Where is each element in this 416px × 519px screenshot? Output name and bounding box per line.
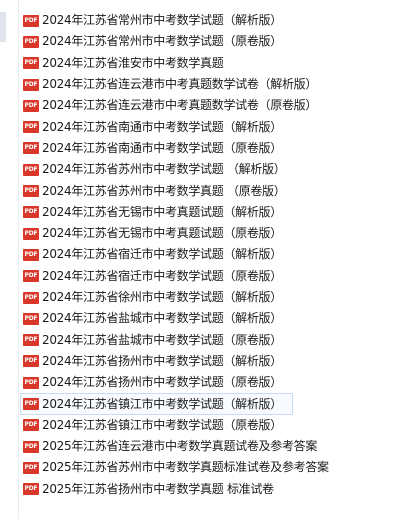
file-name: 2024年江苏省徐州市中考数学试题（解析版） bbox=[42, 290, 282, 304]
navigation-pane-tab[interactable] bbox=[0, 12, 6, 42]
file-name: 2024年江苏省淮安市中考数学真题 bbox=[42, 55, 224, 70]
pdf-file-icon: PDF bbox=[23, 78, 39, 91]
file-explorer-window: PDF 2024年江苏省常州市中考数学试题（解析版） PDF 2024年江苏省常州市中… bbox=[0, 0, 416, 519]
pdf-file-icon: PDF bbox=[23, 99, 39, 112]
file-item[interactable]: PDF 2024年江苏省宿迁市中考数学试题（解析版） bbox=[20, 244, 416, 265]
pdf-file-icon: PDF bbox=[23, 227, 39, 240]
navigation-pane-edge[interactable] bbox=[0, 0, 19, 519]
pdf-file-icon: PDF bbox=[23, 440, 39, 453]
file-item[interactable]: PDF 2024年江苏省苏州市中考数学试题 （解析版） bbox=[20, 159, 416, 180]
file-name: 2024年江苏省连云港市中考真题数学试卷（原卷版） bbox=[42, 98, 318, 113]
file-item[interactable]: PDF 2024年江苏省盐城市中考数学试题（解析版） bbox=[20, 308, 416, 329]
file-item[interactable]: PDF 2024年江苏省连云港市中考真题数学试卷（解析版） bbox=[20, 74, 416, 95]
file-item[interactable]: PDF 2025年江苏省扬州市中考数学真题 标准试卷 bbox=[20, 479, 416, 500]
pdf-file-icon: PDF bbox=[23, 376, 39, 389]
file-name: 2024年江苏省镇江市中考数学试题（原卷版） bbox=[42, 417, 282, 432]
pdf-file-icon: PDF bbox=[23, 163, 39, 176]
file-name: 2024年江苏省无锡市中考真题试题（解析版） bbox=[42, 204, 282, 219]
pdf-file-icon: PDF bbox=[23, 121, 39, 134]
file-item[interactable]: PDF 2024年江苏省徐州市中考数学试题（解析版） bbox=[20, 287, 416, 308]
pdf-file-icon: PDF bbox=[23, 142, 39, 155]
file-list: PDF 2024年江苏省常州市中考数学试题（解析版） PDF 2024年江苏省常州市中… bbox=[20, 10, 416, 500]
pdf-file-icon: PDF bbox=[23, 57, 39, 70]
file-name: 2024年江苏省盐城市中考数学试题（原卷版） bbox=[42, 332, 282, 347]
pdf-file-icon: PDF bbox=[23, 397, 39, 410]
pdf-file-icon: PDF bbox=[23, 483, 39, 496]
pdf-file-icon: PDF bbox=[23, 334, 39, 347]
file-name: 2024年江苏省常州市中考数学试题（解析版） bbox=[42, 13, 282, 28]
file-name: 2025年江苏省扬州市中考数学真题 标准试卷 bbox=[42, 481, 274, 496]
file-name: 2024年江苏省宿迁市中考数学试题（原卷版） bbox=[42, 268, 282, 283]
file-item[interactable]: PDF 2024年江苏省扬州市中考数学试题（原卷版） bbox=[20, 372, 416, 393]
file-item[interactable]: PDF 2024年江苏省宿迁市中考数学试题（原卷版） bbox=[20, 266, 416, 287]
file-name: 2025年江苏省连云港市中考数学真题试卷及参考答案 bbox=[42, 439, 318, 454]
pdf-file-icon: PDF bbox=[23, 419, 39, 432]
pdf-file-icon: PDF bbox=[23, 248, 39, 261]
file-item[interactable]: PDF 2024年江苏省南通市中考数学试题（原卷版） bbox=[20, 138, 416, 159]
pdf-file-icon: PDF bbox=[23, 312, 39, 325]
file-item[interactable]: PDF 2024年江苏省常州市中考数学试题（原卷版） bbox=[20, 31, 416, 52]
file-name: 2024年江苏省南通市中考数学试题（原卷版） bbox=[42, 140, 282, 155]
file-name: 2025年江苏省苏州市中考数学真题标准试卷及参考答案 bbox=[42, 460, 329, 475]
file-item[interactable]: PDF 2024年江苏省盐城市中考数学试题（原卷版） bbox=[20, 329, 416, 350]
file-name: 2024年江苏省南通市中考数学试题（解析版） bbox=[42, 119, 282, 134]
file-item[interactable]: PDF 2024年江苏省苏州市中考数学真题 （原卷版） bbox=[20, 180, 416, 201]
file-item[interactable]: PDF 2024年江苏省南通市中考数学试题（解析版） bbox=[20, 116, 416, 137]
file-item[interactable]: PDF 2024年江苏省无锡市中考真题试题（原卷版） bbox=[20, 223, 416, 244]
file-item[interactable]: PDF 2024年江苏省常州市中考数学试题（解析版） bbox=[20, 10, 416, 31]
file-item[interactable]: PDF 2024年江苏省淮安市中考数学真题 bbox=[20, 53, 416, 74]
file-item[interactable]: PDF 2024年江苏省连云港市中考真题数学试卷（原卷版） bbox=[20, 95, 416, 116]
pdf-file-icon: PDF bbox=[23, 355, 39, 368]
pdf-file-icon: PDF bbox=[23, 185, 39, 198]
file-item[interactable]: PDF 2025年江苏省苏州市中考数学真题标准试卷及参考答案 bbox=[20, 457, 416, 478]
file-name: 2024年江苏省常州市中考数学试题（原卷版） bbox=[42, 34, 282, 49]
file-item-selected[interactable]: PDF 2024年江苏省镇江市中考数学试题（解析版） bbox=[20, 393, 293, 415]
pdf-file-icon: PDF bbox=[23, 461, 39, 474]
file-name: 2024年江苏省镇江市中考数学试题（解析版） bbox=[42, 396, 282, 411]
pdf-file-icon: PDF bbox=[23, 270, 39, 283]
file-item[interactable]: PDF 2024年江苏省扬州市中考数学试题（解析版） bbox=[20, 351, 416, 372]
file-item[interactable]: PDF 2024年江苏省镇江市中考数学试题（原卷版） bbox=[20, 415, 416, 436]
pdf-file-icon: PDF bbox=[23, 14, 39, 27]
file-name: 2024年江苏省扬州市中考数学试题（原卷版） bbox=[42, 375, 282, 390]
file-name: 2024年江苏省扬州市中考数学试题（解析版） bbox=[42, 353, 282, 368]
file-name: 2024年江苏省苏州市中考数学试题 （解析版） bbox=[42, 162, 286, 177]
file-name: 2024年江苏省无锡市中考真题试题（原卷版） bbox=[42, 226, 282, 241]
file-name: 2024年江苏省盐城市中考数学试题（解析版） bbox=[42, 311, 282, 326]
pdf-file-icon: PDF bbox=[23, 291, 39, 304]
file-item[interactable]: PDF 2025年江苏省连云港市中考数学真题试卷及参考答案 bbox=[20, 436, 416, 457]
file-item[interactable]: PDF 2024年江苏省无锡市中考真题试题（解析版） bbox=[20, 202, 416, 223]
file-name: 2024年江苏省苏州市中考数学真题 （原卷版） bbox=[42, 183, 286, 198]
pdf-file-icon: PDF bbox=[23, 206, 39, 219]
file-name: 2024年江苏省宿迁市中考数学试题（解析版） bbox=[42, 247, 282, 262]
pdf-file-icon: PDF bbox=[23, 35, 39, 48]
file-name: 2024年江苏省连云港市中考真题数学试卷（解析版） bbox=[42, 77, 318, 92]
